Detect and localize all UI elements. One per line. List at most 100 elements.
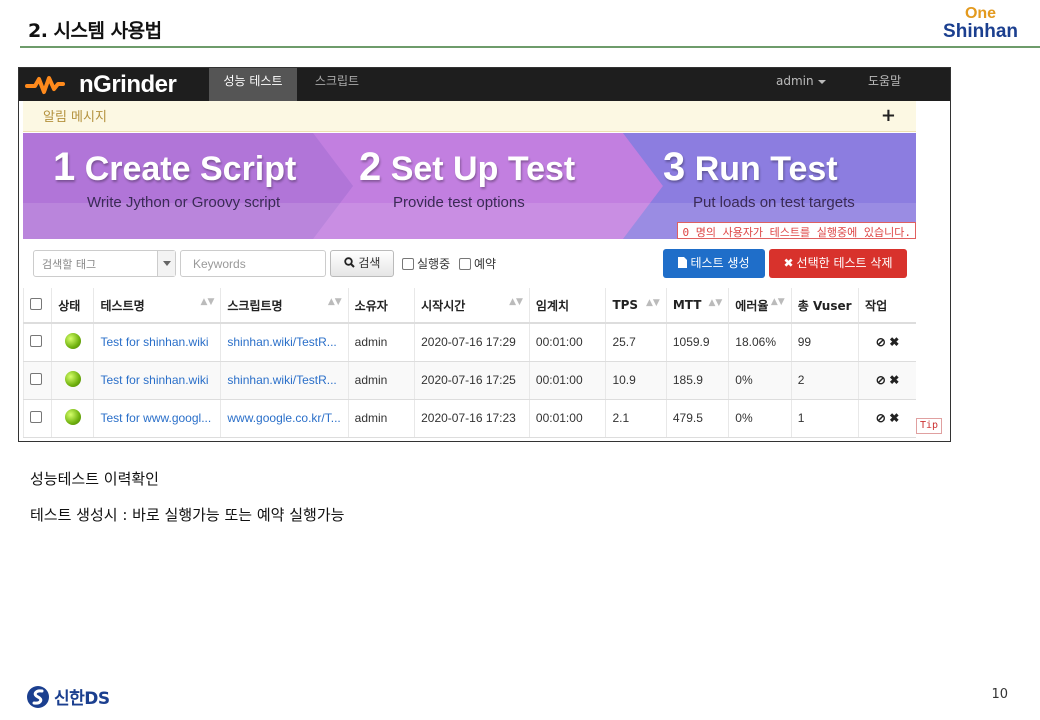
ngrinder-logo[interactable]: nGrinder [25,68,177,101]
help-link[interactable]: 도움말 [868,68,901,101]
test-list-table: 상태 테스트명 ▲▼ 스크립트명 ▲▼ 소유자 시작시간 ▲▼ 임계치 TPS ▲▼ M… [22,288,916,438]
table-row[interactable]: Test for shinhan.wiki shinhan.wiki/TestR… [22,323,916,362]
row-select[interactable] [22,361,52,400]
step-subtitle: Put loads on test targets [693,194,855,211]
test-name-link[interactable]: Test for www.googl... [93,399,221,438]
header-actions: 작업 [858,288,916,324]
row-select[interactable] [22,399,52,438]
brand-one: One [964,5,997,22]
header-script-name[interactable]: 스크립트명 ▲▼ [220,288,349,324]
start-time-cell: 2020-07-16 17:29 [414,323,530,362]
sort-icon[interactable]: ▲▼ [708,298,722,308]
header-owner: 소유자 [347,288,415,324]
delete-icon[interactable]: ✖ [889,335,899,349]
header-total-vuser: 총 Vuser [790,288,859,324]
sort-icon[interactable]: ▲▼ [646,298,660,308]
header-label: 시작시간 [421,298,466,313]
keywords-input[interactable]: Keywords [180,250,326,277]
filter-scheduled[interactable]: 예약 [459,255,496,272]
running-checkbox[interactable] [402,257,414,270]
step-number: 3 [663,145,686,189]
create-test-label: 테스트 생성 [690,256,750,270]
status-cell [51,399,94,438]
script-name-link[interactable]: shinhan.wiki/TestR... [220,361,349,400]
status-finished-icon [64,332,81,349]
footer-brand: 신한DS [54,689,110,709]
actions-cell: ⊘ ✖ [858,399,916,438]
logo-text: nGrinder [79,70,177,98]
step-title: Create Script [84,150,297,188]
tab-script[interactable]: 스크립트 [301,68,373,101]
chevron-down-icon [817,79,826,84]
table-row[interactable]: Test for www.googl... www.google.co.kr/T… [22,399,916,438]
tps-cell: 25.7 [605,323,667,362]
row-checkbox[interactable] [30,372,42,385]
tip-badge[interactable]: Tip [916,418,943,434]
script-name-link[interactable]: shinhan.wiki/TestR... [220,323,349,362]
status-cell [51,323,94,362]
step-subtitle: Provide test options [393,194,525,211]
threshold-cell: 00:01:00 [528,399,606,438]
stop-icon[interactable]: ⊘ [876,335,886,349]
actions-cell: ⊘ ✖ [858,323,916,362]
header-test-name[interactable]: 테스트명 ▲▼ [93,288,221,324]
delete-selected-button[interactable]: ✖ 선택한 테스트 삭제 [769,249,907,278]
delete-icon[interactable]: ✖ [889,373,899,387]
vuser-cell: 1 [790,399,859,438]
row-checkbox[interactable] [30,410,42,423]
test-name-link[interactable]: Test for shinhan.wiki [93,361,221,400]
tag-select[interactable]: 검색할 태그 [33,250,176,277]
mtt-cell: 1059.9 [665,323,729,362]
select-all-checkbox[interactable] [30,297,42,310]
tag-select-value: 검색할 태그 [42,258,97,271]
footer-logo: 신한DS [26,684,110,709]
mtt-cell: 479.5 [665,399,729,438]
stop-icon[interactable]: ⊘ [876,411,886,425]
tab-performance-test[interactable]: 성능 테스트 [209,68,297,101]
header-mtt[interactable]: MTT ▲▼ [665,288,729,324]
threshold-cell: 00:01:00 [528,361,606,400]
script-name-link[interactable]: www.google.co.kr/T... [220,399,349,438]
test-name-link[interactable]: Test for shinhan.wiki [93,323,221,362]
row-select[interactable] [22,323,52,362]
delete-icon[interactable]: ✖ [889,411,899,425]
threshold-cell: 00:01:00 [528,323,606,362]
table-row[interactable]: Test for shinhan.wiki shinhan.wiki/TestR… [22,361,916,400]
alert-text: 알림 메시지 [43,110,107,125]
filter-running[interactable]: 실행중 [402,255,450,272]
search-button[interactable]: 검색 [330,250,394,277]
vuser-cell: 2 [790,361,859,400]
create-test-button[interactable]: 테스트 생성 [663,249,765,278]
sort-icon[interactable]: ▲▼ [509,297,523,307]
header-select-all[interactable] [22,288,52,324]
expand-icon[interactable]: + [881,105,896,126]
sort-icon[interactable]: ▲▼ [201,297,215,307]
chevron-down-icon[interactable] [157,251,175,276]
shinhan-ds-icon [27,685,49,708]
running-users-note: 0 명의 사용자가 테스트를 실행중에 있습니다. [677,222,916,239]
actions-cell: ⊘ ✖ [858,361,916,400]
stop-icon[interactable]: ⊘ [876,373,886,387]
steps-banner: 1 Create Script Write Jython or Groovy s… [23,133,916,239]
user-menu[interactable]: admin [776,68,826,101]
note-create: 테스트 생성시 : 바로 실행가능 또는 예약 실행가능 [30,506,345,524]
status-finished-icon [64,408,81,425]
sort-icon[interactable]: ▲▼ [771,297,785,307]
step-number: 2 [359,145,382,189]
header-label: 스크립트명 [227,298,283,313]
step-title: Set Up Test [390,150,576,188]
status-cell [51,361,94,400]
brand-logo: One Shinhan [943,6,1018,42]
header-label: 에러율 [735,298,769,313]
row-checkbox[interactable] [30,334,42,347]
header-label: TPS [612,298,639,312]
scheduled-checkbox[interactable] [459,257,471,270]
header-tps[interactable]: TPS ▲▼ [605,288,667,324]
owner-cell: admin [347,361,415,400]
file-icon [678,257,688,268]
user-name: admin [776,74,814,88]
header-start-time[interactable]: 시작시간 ▲▼ [414,288,530,324]
header-error-rate[interactable]: 에러율 ▲▼ [728,288,792,324]
tps-cell: 10.9 [605,361,667,400]
sort-icon[interactable]: ▲▼ [328,297,342,307]
